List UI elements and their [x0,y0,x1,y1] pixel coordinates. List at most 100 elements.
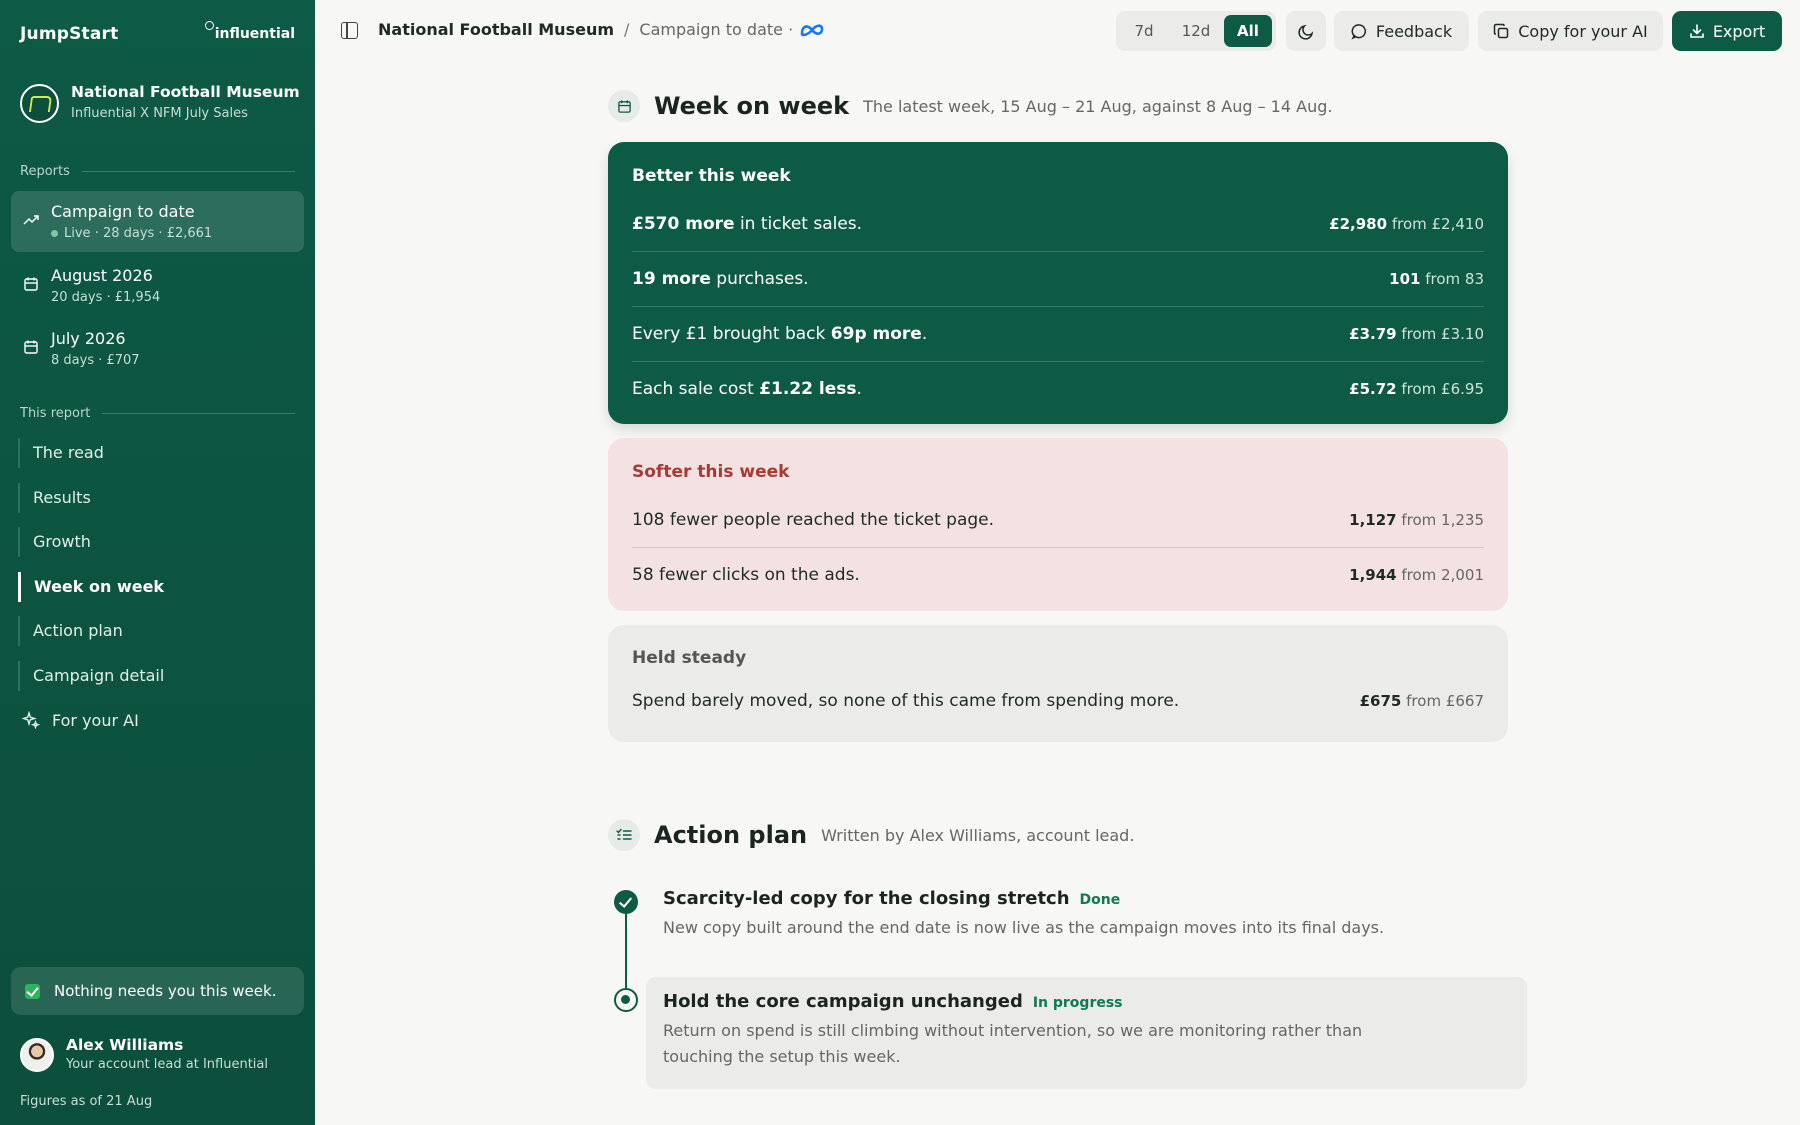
trend-icon [23,215,39,225]
influential-logo: influential [204,21,295,42]
feedback-button[interactable]: Feedback [1334,11,1469,51]
account-lead[interactable]: Alex Williams Your account lead at Influ… [20,1036,300,1076]
download-icon [1690,24,1704,38]
section-description: The latest week, 15 Aug – 21 Aug, agains… [863,96,1333,116]
range-all[interactable]: All [1224,15,1272,47]
lead-role: Your account lead at Influential [66,1057,268,1072]
sidebar-toggle-icon[interactable] [341,22,358,39]
report-campaign-to-date[interactable]: Campaign to date Live · 28 days · £2,661 [11,191,304,252]
action-step-1: Scarcity-led copy for the closing stretc… [663,888,1483,941]
status-badge: Done [1079,892,1121,908]
report-title: July 2026 [51,329,126,348]
step-description: Return on spend is still climbing withou… [663,1021,1363,1066]
export-button[interactable]: Export [1672,11,1782,51]
action-plan-header: Action plan Written by Alex Williams, ac… [608,819,1134,851]
status-badge: In progress [1032,995,1123,1011]
softer-this-week-card: Softer this week 108 fewer people reache… [608,438,1508,611]
in-progress-icon [614,988,638,1012]
report-title: Campaign to date [51,202,195,221]
metric-value: 1,127 from 1,235 [1349,510,1484,529]
calendar-icon [24,340,38,354]
meta-logo-icon [800,23,824,36]
figures-as-of: Figures as of 21 Aug [20,1094,153,1109]
week-on-week-header: Week on week The latest week, 15 Aug – 2… [608,90,1332,122]
report-july-2026[interactable]: July 2026 8 days · £707 [11,318,304,379]
metric-row: Every £1 brought back 69p more. £3.79 fr… [632,306,1484,361]
breadcrumb: National Football Museum / Campaign to d… [378,20,825,39]
nav-week-on-week[interactable]: Week on week [18,572,288,602]
metric-value: £5.72 from £6.95 [1349,380,1484,398]
step-title: Hold the core campaign unchanged [663,991,1023,1012]
calendar-icon [24,277,38,291]
avatar [20,1038,54,1072]
metric-row: £570 more in ticket sales. £2,980 from £… [632,196,1484,251]
action-step-2: Hold the core campaign unchanged In progr… [646,977,1527,1089]
client-subtitle: Influential X NFM July Sales [71,106,248,121]
topbar: National Football Museum / Campaign to d… [315,0,1800,62]
goal-icon [20,84,59,123]
nothing-needs-you-notice: Nothing needs you this week. [11,967,304,1015]
dark-mode-button[interactable] [1286,11,1326,51]
client-switcher[interactable]: National Football Museum Influential X N… [20,82,300,126]
metric-value: 101 from 83 [1389,270,1484,288]
lead-name: Alex Williams [66,1036,184,1054]
metric-text: Every £1 brought back 69p more. [632,324,928,344]
breadcrumb-separator: / [624,20,630,39]
metric-row: Each sale cost £1.22 less. £5.72 from £6… [632,361,1484,416]
nav-results[interactable]: Results [18,483,288,513]
range-12d[interactable]: 12d [1168,15,1224,47]
metric-text: 108 fewer people reached the ticket page… [632,509,995,530]
sparkle-icon [22,711,40,729]
better-this-week-card: Better this week £570 more in ticket sal… [608,142,1508,424]
reports-section-label: Reports [20,164,295,179]
nav-for-your-ai[interactable]: For your AI [22,709,139,731]
logo-ring-icon [204,21,214,30]
metric-text: £570 more in ticket sales. [632,213,863,234]
nav-campaign-detail[interactable]: Campaign detail [18,661,288,691]
checklist-icon [608,819,640,851]
brand-name[interactable]: JumpStart [20,24,118,44]
live-dot-icon [51,230,58,237]
metric-text: 19 more purchases. [632,269,809,289]
copy-icon [1494,23,1509,38]
report-meta: 8 days · £707 [51,353,140,368]
this-report-section-label: This report [20,406,295,421]
metric-value: 1,944 from 2,001 [1349,566,1484,584]
nav-the-read[interactable]: The read [18,438,288,468]
metric-row: 108 fewer people reached the ticket page… [632,492,1484,547]
section-title: Action plan [654,821,808,849]
chat-bubble-icon [1351,23,1366,40]
breadcrumb-page: Campaign to date · [639,20,794,39]
range-7d[interactable]: 7d [1120,15,1168,47]
card-title: Softer this week [632,462,790,482]
nav-action-plan[interactable]: Action plan [18,616,288,646]
check-box-icon [25,983,40,999]
card-title: Better this week [632,166,791,186]
copy-for-ai-button[interactable]: Copy for your AI [1478,11,1663,51]
metric-value: £675 from £667 [1359,692,1484,710]
section-title: Week on week [654,92,850,120]
report-title: August 2026 [51,266,153,285]
report-meta: Live · 28 days · £2,661 [51,226,212,241]
calendar-icon [608,90,640,122]
timeline-connector [625,912,627,988]
metric-text: Each sale cost £1.22 less. [632,379,862,399]
step-title: Scarcity-led copy for the closing stretc… [663,888,1070,909]
metric-row: 19 more purchases. 101 from 83 [632,251,1484,306]
report-august-2026[interactable]: August 2026 20 days · £1,954 [11,255,304,316]
metric-row: 58 fewer clicks on the ads. 1,944 from 2… [632,547,1484,602]
card-title: Held steady [632,648,747,668]
range-selector: 7d 12d All [1116,11,1276,51]
report-meta: 20 days · £1,954 [51,290,161,305]
metric-value: £3.79 from £3.10 [1349,325,1484,343]
moon-icon [1297,24,1313,40]
client-name: National Football Museum [71,83,300,101]
sidebar: JumpStart influential National Football … [0,0,315,1125]
done-check-icon [614,890,638,914]
metric-row: Spend barely moved, so none of this came… [632,679,1484,723]
metric-value: £2,980 from £2,410 [1329,214,1484,233]
nav-growth[interactable]: Growth [18,527,288,557]
metric-text: 58 fewer clicks on the ads. [632,565,860,585]
breadcrumb-client[interactable]: National Football Museum [378,20,614,39]
section-description: Written by Alex Williams, account lead. [821,825,1135,845]
